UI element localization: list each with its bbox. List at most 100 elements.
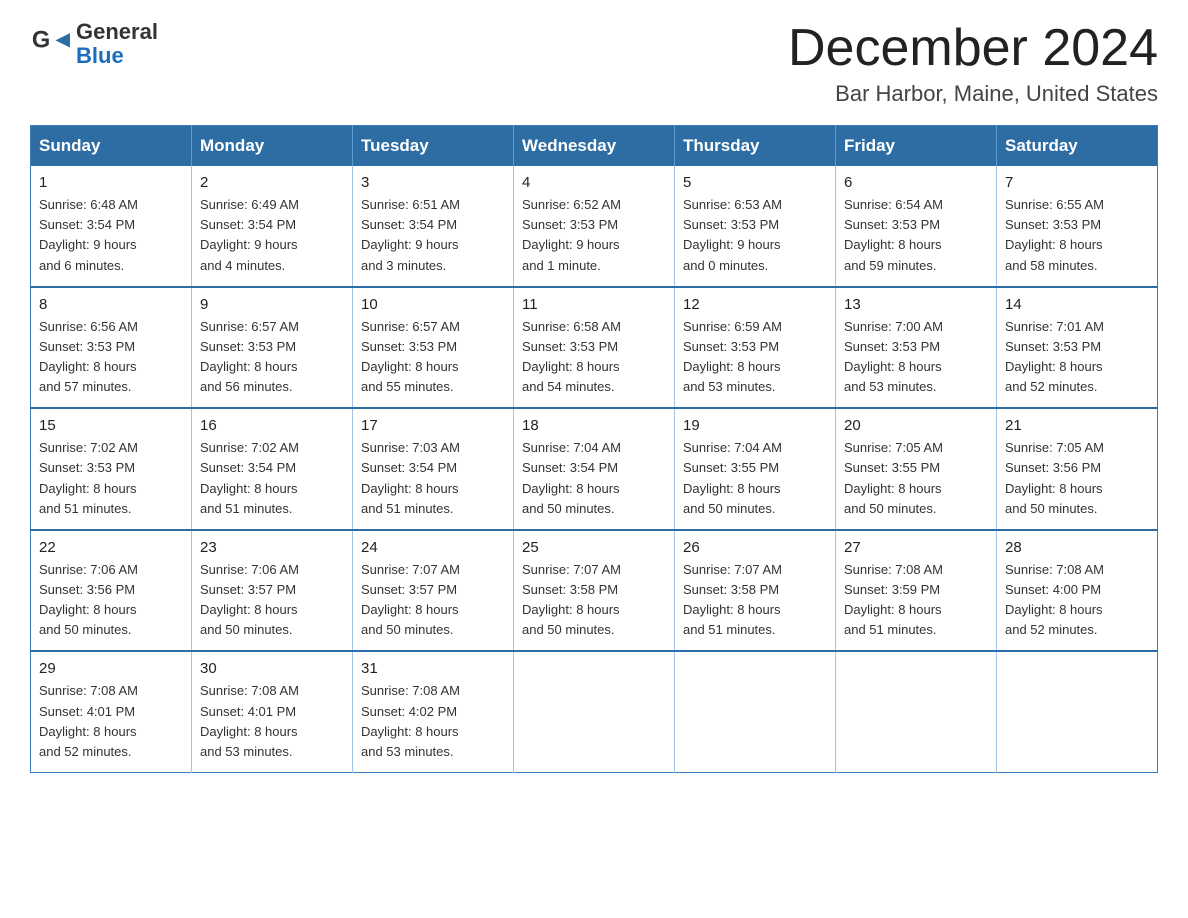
day-number: 31 [361,660,505,677]
svg-text:G: G [32,28,50,54]
day-number: 2 [200,174,344,191]
day-cell: 18 Sunrise: 7:04 AMSunset: 3:54 PMDayligh… [514,408,675,530]
weekday-header-sunday: Sunday [31,126,192,167]
day-cell: 30 Sunrise: 7:08 AMSunset: 4:01 PMDayligh… [192,651,353,772]
day-cell: 25Sunrise: 7:07 AMSunset: 3:58 PMDayligh… [514,530,675,652]
day-number: 21 [1005,417,1149,434]
day-info: Sunrise: 7:05 AMSunset: 3:56 PMDaylight:… [1005,438,1149,519]
day-number: 30 [200,660,344,677]
day-cell: 20 Sunrise: 7:05 AMSunset: 3:55 PMDayligh… [836,408,997,530]
day-info: Sunrise: 7:07 AMSunset: 3:57 PMDaylight:… [361,560,505,641]
day-number: 14 [1005,296,1149,313]
day-info: Sunrise: 7:08 AMSunset: 4:02 PMDaylight:… [361,681,505,762]
day-number: 20 [844,417,988,434]
logo-blue-text: Blue [76,44,158,68]
day-cell: 26 Sunrise: 7:07 AMSunset: 3:58 PMDayligh… [675,530,836,652]
day-number: 9 [200,296,344,313]
day-info: Sunrise: 6:49 AMSunset: 3:54 PMDaylight:… [200,195,344,276]
day-info: Sunrise: 7:08 AMSunset: 3:59 PMDaylight:… [844,560,988,641]
calendar-table: SundayMondayTuesdayWednesdayThursdayFrid… [30,125,1158,773]
day-info: Sunrise: 7:04 AMSunset: 3:54 PMDaylight:… [522,438,666,519]
day-cell: 15 Sunrise: 7:02 AMSunset: 3:53 PMDayligh… [31,408,192,530]
logo-icon: G [30,24,70,64]
day-cell: 7Sunrise: 6:55 AMSunset: 3:53 PMDaylight… [997,166,1158,287]
day-cell [836,651,997,772]
day-info: Sunrise: 7:05 AMSunset: 3:55 PMDaylight:… [844,438,988,519]
weekday-header-tuesday: Tuesday [353,126,514,167]
day-cell: 22Sunrise: 7:06 AMSunset: 3:56 PMDayligh… [31,530,192,652]
day-cell: 21 Sunrise: 7:05 AMSunset: 3:56 PMDayligh… [997,408,1158,530]
logo-general-text: General [76,20,158,44]
day-cell: 3Sunrise: 6:51 AMSunset: 3:54 PMDaylight… [353,166,514,287]
title-area: December 2024 Bar Harbor, Maine, United … [788,20,1158,107]
day-info: Sunrise: 6:57 AMSunset: 3:53 PMDaylight:… [200,317,344,398]
day-cell: 8 Sunrise: 6:56 AMSunset: 3:53 PMDaylight… [31,287,192,409]
day-number: 12 [683,296,827,313]
day-cell: 28 Sunrise: 7:08 AMSunset: 4:00 PMDayligh… [997,530,1158,652]
day-number: 1 [39,174,183,191]
day-cell: 1 Sunrise: 6:48 AMSunset: 3:54 PMDaylight… [31,166,192,287]
day-cell: 16Sunrise: 7:02 AMSunset: 3:54 PMDayligh… [192,408,353,530]
location-title: Bar Harbor, Maine, United States [788,81,1158,107]
day-number: 6 [844,174,988,191]
day-cell: 5Sunrise: 6:53 AMSunset: 3:53 PMDaylight… [675,166,836,287]
day-info: Sunrise: 6:56 AMSunset: 3:53 PMDaylight:… [39,317,183,398]
day-info: Sunrise: 7:06 AMSunset: 3:56 PMDaylight:… [39,560,183,641]
month-title: December 2024 [788,20,1158,77]
day-info: Sunrise: 7:08 AMSunset: 4:00 PMDaylight:… [1005,560,1149,641]
day-number: 26 [683,539,827,556]
day-cell: 19 Sunrise: 7:04 AMSunset: 3:55 PMDayligh… [675,408,836,530]
day-number: 3 [361,174,505,191]
day-cell: 24 Sunrise: 7:07 AMSunset: 3:57 PMDayligh… [353,530,514,652]
day-cell: 10 Sunrise: 6:57 AMSunset: 3:53 PMDayligh… [353,287,514,409]
day-cell: 14 Sunrise: 7:01 AMSunset: 3:53 PMDayligh… [997,287,1158,409]
day-number: 13 [844,296,988,313]
week-row-1: 1 Sunrise: 6:48 AMSunset: 3:54 PMDaylight… [31,166,1158,287]
week-row-5: 29 Sunrise: 7:08 AMSunset: 4:01 PMDayligh… [31,651,1158,772]
day-number: 15 [39,417,183,434]
day-cell: 6Sunrise: 6:54 AMSunset: 3:53 PMDaylight… [836,166,997,287]
day-number: 27 [844,539,988,556]
page-header: G General Blue December 2024 Bar Harbor,… [30,20,1158,107]
day-info: Sunrise: 7:01 AMSunset: 3:53 PMDaylight:… [1005,317,1149,398]
day-number: 28 [1005,539,1149,556]
day-number: 25 [522,539,666,556]
day-cell: 2 Sunrise: 6:49 AMSunset: 3:54 PMDaylight… [192,166,353,287]
day-cell: 29 Sunrise: 7:08 AMSunset: 4:01 PMDayligh… [31,651,192,772]
day-cell [514,651,675,772]
day-info: Sunrise: 7:02 AMSunset: 3:54 PMDaylight:… [200,438,344,519]
day-number: 19 [683,417,827,434]
day-number: 23 [200,539,344,556]
day-number: 18 [522,417,666,434]
weekday-header-monday: Monday [192,126,353,167]
day-info: Sunrise: 7:03 AMSunset: 3:54 PMDaylight:… [361,438,505,519]
day-info: Sunrise: 7:04 AMSunset: 3:55 PMDaylight:… [683,438,827,519]
day-cell: 9 Sunrise: 6:57 AMSunset: 3:53 PMDaylight… [192,287,353,409]
day-info: Sunrise: 6:48 AMSunset: 3:54 PMDaylight:… [39,195,183,276]
day-info: Sunrise: 7:06 AMSunset: 3:57 PMDaylight:… [200,560,344,641]
day-cell: 12Sunrise: 6:59 AMSunset: 3:53 PMDayligh… [675,287,836,409]
day-info: Sunrise: 6:57 AMSunset: 3:53 PMDaylight:… [361,317,505,398]
day-info: Sunrise: 7:00 AMSunset: 3:53 PMDaylight:… [844,317,988,398]
day-info: Sunrise: 6:52 AMSunset: 3:53 PMDaylight:… [522,195,666,276]
weekday-header-wednesday: Wednesday [514,126,675,167]
day-info: Sunrise: 7:02 AMSunset: 3:53 PMDaylight:… [39,438,183,519]
weekday-header-friday: Friday [836,126,997,167]
day-info: Sunrise: 6:55 AMSunset: 3:53 PMDaylight:… [1005,195,1149,276]
day-info: Sunrise: 6:53 AMSunset: 3:53 PMDaylight:… [683,195,827,276]
weekday-row: SundayMondayTuesdayWednesdayThursdayFrid… [31,126,1158,167]
day-number: 11 [522,296,666,313]
day-number: 10 [361,296,505,313]
day-number: 29 [39,660,183,677]
day-info: Sunrise: 7:08 AMSunset: 4:01 PMDaylight:… [39,681,183,762]
day-cell: 27 Sunrise: 7:08 AMSunset: 3:59 PMDayligh… [836,530,997,652]
week-row-3: 15 Sunrise: 7:02 AMSunset: 3:53 PMDayligh… [31,408,1158,530]
day-number: 8 [39,296,183,313]
day-info: Sunrise: 7:07 AMSunset: 3:58 PMDaylight:… [683,560,827,641]
day-number: 24 [361,539,505,556]
weekday-header-saturday: Saturday [997,126,1158,167]
day-info: Sunrise: 7:08 AMSunset: 4:01 PMDaylight:… [200,681,344,762]
logo-text: General Blue [76,20,158,68]
week-row-2: 8 Sunrise: 6:56 AMSunset: 3:53 PMDaylight… [31,287,1158,409]
day-cell: 31 Sunrise: 7:08 AMSunset: 4:02 PMDayligh… [353,651,514,772]
